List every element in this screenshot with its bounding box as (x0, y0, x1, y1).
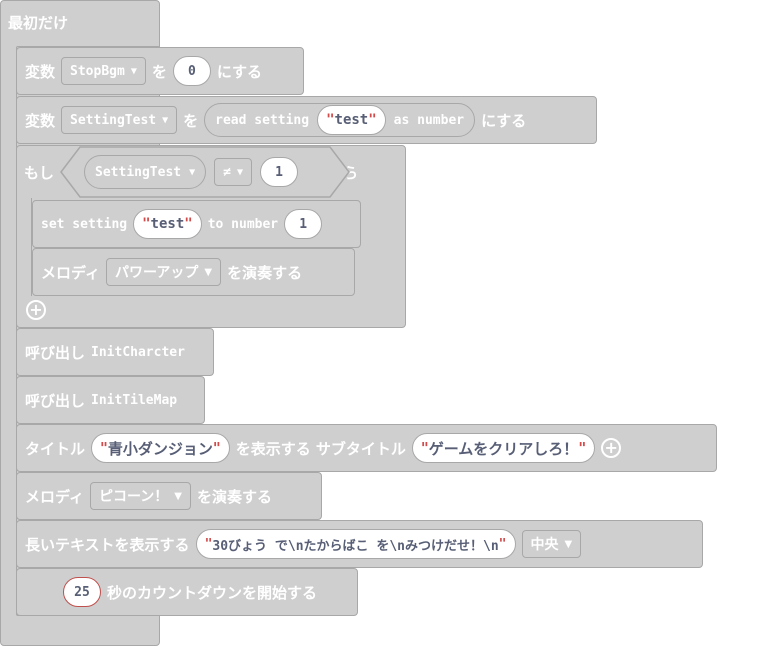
title-label: タイトル (25, 439, 86, 458)
chevron-down-icon: ▼ (564, 538, 573, 550)
chevron-down-icon: ▼ (236, 166, 243, 178)
show-long-text-block[interactable]: 長いテキストを表示する " 30びょう で\nたからばこ を\nみつけだせ！\n "… (16, 520, 703, 568)
chevron-down-icon: ▼ (204, 266, 213, 278)
title-input[interactable]: " 青小ダンジョン " (91, 433, 230, 463)
call-block-inittilemap[interactable]: 呼び出し InitTileMap (16, 376, 205, 424)
if-condition-row: もし SettingTest▼ ≠▼ 1 なら (16, 145, 406, 199)
show-title-block[interactable]: タイトル " 青小ダンジョン " を表示する サブタイトル " ゲームをクリアしろ！ "… (16, 424, 717, 472)
variable-reporter-settingtest[interactable]: SettingTest ▼ (84, 155, 207, 189)
alignment-dropdown[interactable]: 中央 ▼ (521, 530, 582, 558)
plus-icon[interactable]: + (601, 438, 622, 458)
call-block-initcharcter[interactable]: 呼び出し InitCharcter (16, 328, 214, 376)
long-text-input[interactable]: " 30びょう で\nたからばこ を\nみつけだせ！\n " (195, 529, 516, 559)
melody-dropdown[interactable]: パワーアップ ▼ (105, 258, 222, 286)
set-setting-label: set setting (41, 216, 128, 232)
to-number-label: to number (207, 216, 279, 232)
subtitle-input[interactable]: " ゲームをクリアしろ！ " (411, 433, 596, 463)
setting-key-input[interactable]: " test " (317, 105, 386, 135)
set-variable-label: 変数 (25, 62, 56, 81)
add-else-button[interactable]: + (26, 300, 46, 320)
subtitle-label: を表示する サブタイトル (235, 439, 406, 458)
setting-value-input[interactable]: 1 (284, 209, 323, 239)
melody-dropdown[interactable]: ピコーン！ ▼ (89, 482, 191, 510)
melody-label: メロディ (25, 487, 84, 506)
function-name: InitTileMap (91, 392, 178, 408)
set-setting-block[interactable]: set setting " test " to number 1 (32, 200, 361, 248)
set-variable-block-settingtest[interactable]: 変数 SettingTest ▼ を read setting " test " as… (16, 96, 597, 144)
read-setting-block[interactable]: read setting " test " as number (204, 103, 476, 137)
suffix-label: にする (481, 111, 527, 130)
function-name: InitCharcter (91, 344, 185, 360)
plus-icon: + (26, 300, 46, 320)
long-text-label: 長いテキストを表示する (25, 535, 190, 554)
countdown-block[interactable]: 25 秒のカウントダウンを開始する (16, 568, 358, 616)
chevron-down-icon: ▼ (130, 65, 137, 77)
call-label: 呼び出し (25, 343, 86, 362)
setting-key-input[interactable]: " test " (133, 209, 202, 239)
compare-block[interactable]: SettingTest ▼ ≠ ▼ 1 (60, 146, 350, 198)
read-setting-label: read setting (215, 112, 310, 128)
set-variable-label: 変数 (25, 111, 56, 130)
play-label: を演奏する (196, 487, 272, 506)
number-input-stopbgm[interactable]: 0 (172, 56, 211, 86)
set-variable-block-stopbgm[interactable]: 変数 StopBgm ▼ を 0 にする (16, 47, 304, 95)
melody-label: メロディ (41, 263, 100, 282)
to-label: を (183, 111, 199, 130)
melody-block-pikon[interactable]: メロディ ピコーン！ ▼ を演奏する (16, 472, 322, 520)
variable-dropdown-stopbgm[interactable]: StopBgm ▼ (61, 57, 146, 85)
if-block-mouth (16, 198, 32, 296)
operator-dropdown[interactable]: ≠ ▼ (214, 158, 252, 186)
countdown-label: 秒のカウントダウンを開始する (107, 583, 318, 602)
chevron-down-icon: ▼ (189, 166, 196, 178)
melody-block-powerup[interactable]: メロディ パワーアップ ▼ を演奏する (32, 248, 355, 296)
chevron-down-icon: ▼ (162, 114, 169, 126)
as-number-label: as number (393, 112, 465, 128)
play-label: を演奏する (227, 263, 303, 282)
if-label: もし (24, 163, 55, 182)
variable-dropdown-settingtest[interactable]: SettingTest ▼ (61, 106, 178, 134)
to-label: を (151, 62, 167, 81)
countdown-seconds-input[interactable]: 25 (63, 577, 101, 607)
suffix-label: にする (216, 62, 263, 81)
start-block-label: 最初だけ (8, 14, 69, 32)
compare-value-input[interactable]: 1 (260, 157, 298, 187)
call-label: 呼び出し (25, 391, 86, 410)
chevron-down-icon: ▼ (174, 490, 182, 502)
